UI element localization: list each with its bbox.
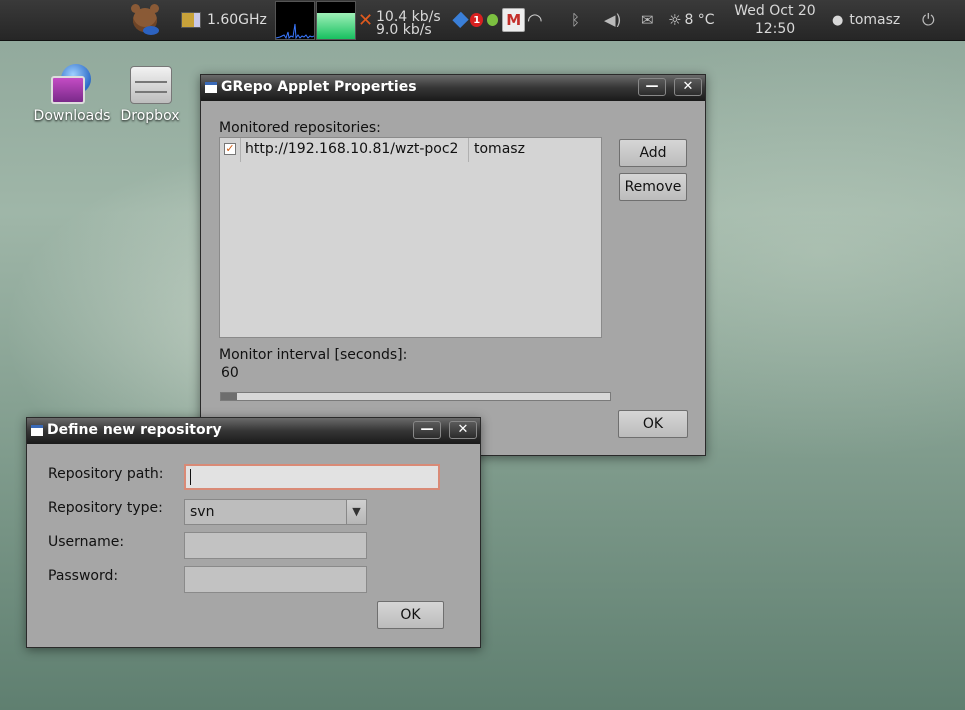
monitor-interval-slider[interactable] [220,392,611,401]
downloads-folder-icon [51,64,93,104]
screen-shape [51,76,85,104]
properties-titlebar[interactable]: GRepo Applet Properties — ✕ [201,75,705,101]
volume-icon[interactable]: ◀) [604,0,622,40]
text-caret [190,469,191,485]
add-button[interactable]: Add [619,139,687,167]
minimize-button[interactable]: — [638,78,666,96]
cpu-load-graph[interactable] [275,1,315,40]
username-input[interactable] [184,532,367,559]
monitored-repos-label: Monitored repositories: [219,120,381,136]
clock-time: 12:50 [754,21,796,37]
weather-applet[interactable]: ☼ 8 °C [668,0,715,40]
window-icon [31,425,43,436]
power-icon[interactable]: ⏻ [922,0,940,40]
minimize-button[interactable]: — [413,421,441,439]
notification-badge-icon[interactable]: 1 [470,13,484,27]
properties-window: GRepo Applet Properties — ✕ Monitored re… [200,74,706,456]
clock-date: Wed Oct 20 [734,3,816,19]
clock[interactable]: Wed Oct 20 12:50 [730,0,820,40]
chat-bubble-icon: ● [832,12,844,28]
close-button[interactable]: ✕ [674,78,702,96]
repo-url: http://192.168.10.81/wzt-poc2 [245,141,459,157]
network-disconnected-icon[interactable]: ✕ [358,0,374,40]
repo-enabled-checkbox[interactable]: ✓ [224,143,236,155]
window-title: GRepo Applet Properties [221,79,417,95]
weather-temperature: 8 °C [684,12,715,28]
chevron-down-icon[interactable]: ▼ [346,500,366,524]
bear-ball [143,26,159,35]
mail-icon[interactable]: ✉ [641,0,661,40]
top-panel: 1.60GHz ✕ 10.4 kb/s 9.0 kb/s 1 M ◠ ᛒ ◀) … [0,0,965,41]
window-title: Define new repository [47,422,222,438]
desktop-icon-label: Dropbox [120,108,180,124]
define-repository-window: Define new repository — ✕ Repository pat… [26,417,481,648]
dropbox-folder-icon [128,64,172,104]
wifi-icon[interactable]: ◠ [527,0,553,40]
sun-icon: ☼ [668,11,682,29]
repository-path-input[interactable] [184,464,440,490]
list-item[interactable]: ✓ http://192.168.10.81/wzt-poc2 tomasz [220,138,601,162]
network-download-rate: 9.0 kb/s [376,22,432,38]
cpu-freq-icon[interactable] [181,0,203,40]
desktop-icon-label: Downloads [33,108,111,124]
monitor-interval-value: 60 [221,365,239,381]
username-label: Username: [48,534,125,550]
repository-list[interactable]: ✓ http://192.168.10.81/wzt-poc2 tomasz [219,137,602,338]
slider-fill [221,393,237,400]
desktop-icon-dropbox[interactable]: Dropbox [116,64,184,124]
password-label: Password: [48,568,119,584]
memory-fill [317,13,355,39]
gmail-icon[interactable]: M [502,8,525,32]
monitor-interval-label: Monitor interval [seconds]: [219,347,408,363]
repository-type-label: Repository type: [48,500,163,516]
notification-tray: 1 M [452,0,525,40]
cpu-frequency: 1.60GHz [207,12,267,28]
ok-button[interactable]: OK [377,601,444,629]
remove-button[interactable]: Remove [619,173,687,201]
close-button[interactable]: ✕ [449,421,477,439]
chip-icon [181,12,201,28]
bear-applet-icon[interactable] [131,0,167,40]
repo-user: tomasz [474,141,525,157]
user-name: tomasz [849,12,901,28]
bluetooth-icon[interactable]: ᛒ [571,0,585,40]
user-menu[interactable]: ● tomasz [832,0,900,40]
desktop-icon-downloads[interactable]: Downloads [32,64,112,124]
repository-type-value: svn [190,504,215,520]
window-icon [205,82,217,93]
column-separator [240,138,241,162]
memory-graph[interactable] [316,1,356,40]
repository-path-label: Repository path: [48,466,164,482]
repository-type-select[interactable]: svn ▼ [184,499,367,525]
chat-tray-icon[interactable] [487,14,499,26]
ok-button[interactable]: OK [618,410,688,438]
password-input[interactable] [184,566,367,593]
drive-shape [130,66,172,104]
cpu-load-graph-svg [276,23,314,39]
column-separator [468,138,469,162]
define-titlebar[interactable]: Define new repository — ✕ [27,418,480,444]
dropbox-tray-icon[interactable] [452,11,469,29]
